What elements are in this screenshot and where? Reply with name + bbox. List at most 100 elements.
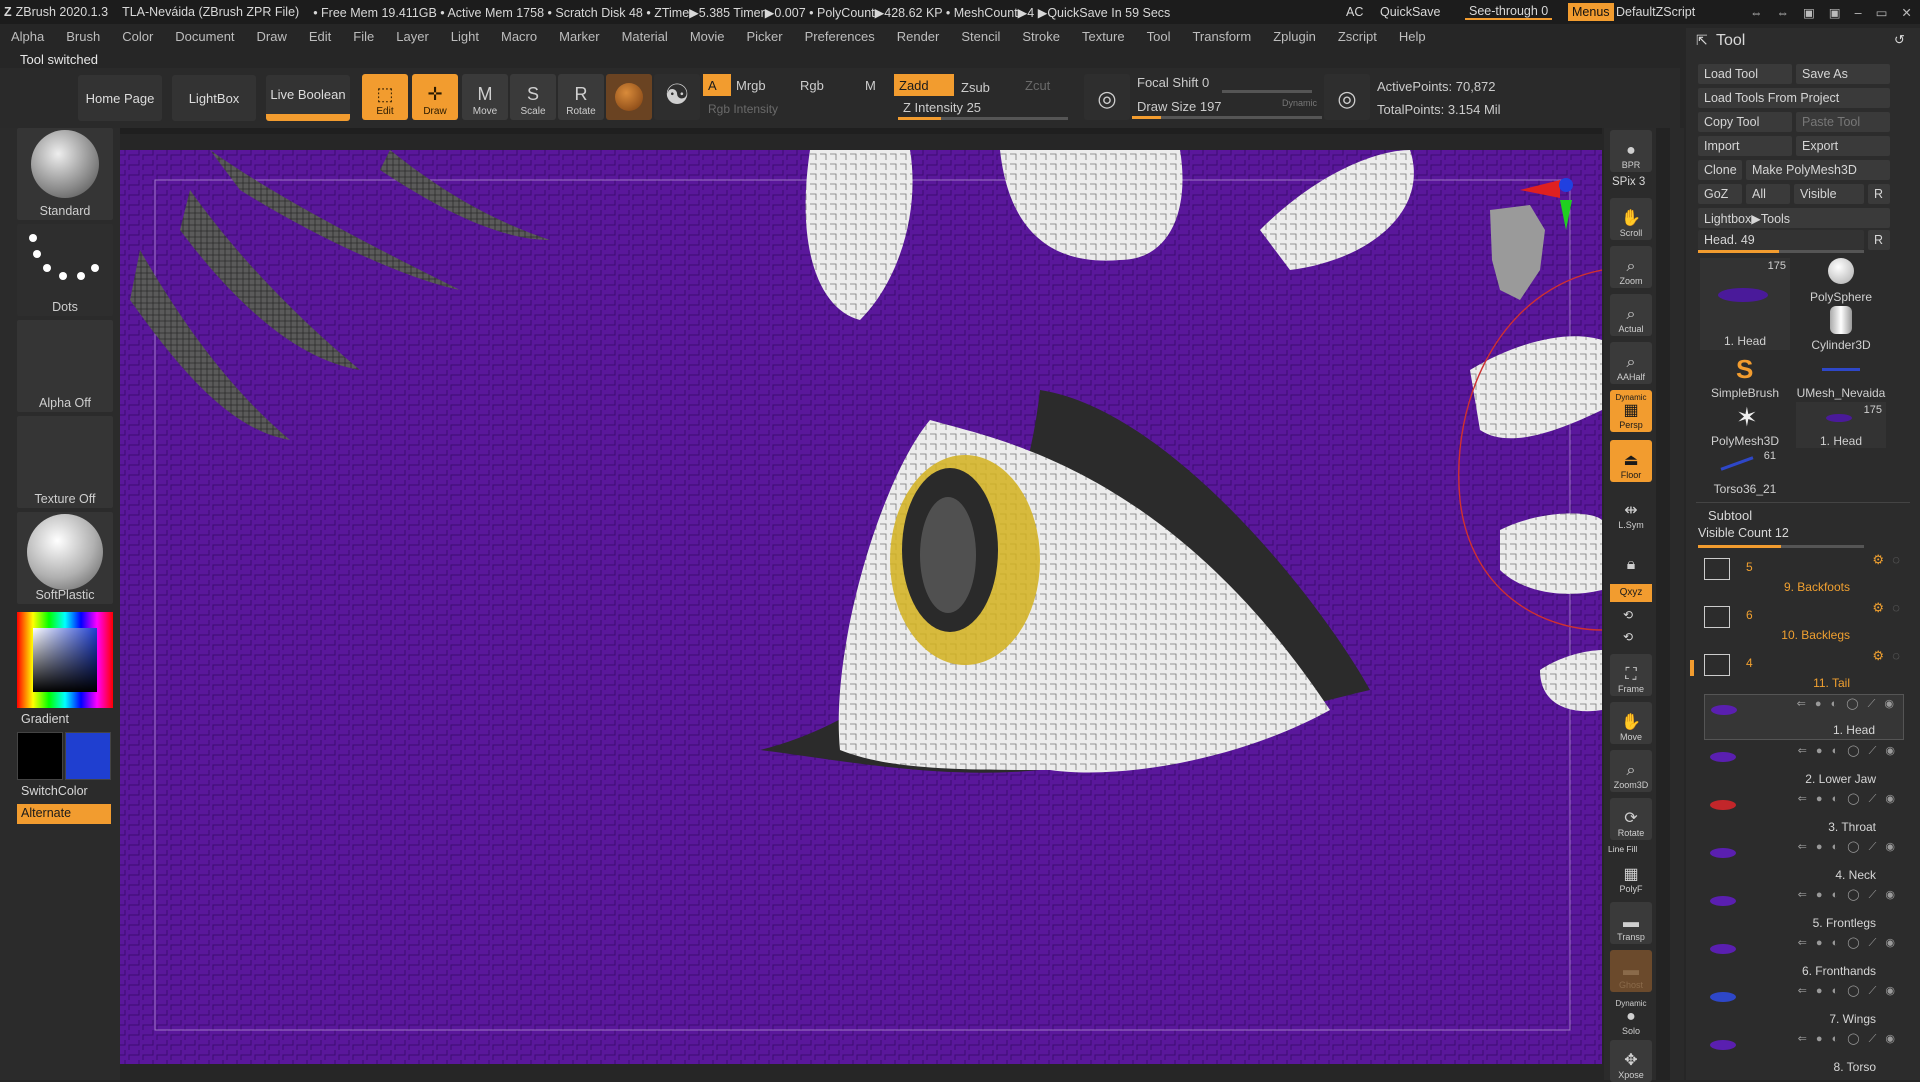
reset-icon[interactable]: ↺ <box>1894 32 1905 48</box>
move-button[interactable]: ✋ Move <box>1610 702 1652 744</box>
rotate-z-icon[interactable]: ⟲ <box>1623 630 1633 644</box>
subtool-controls-icon[interactable]: ⇐ ● ◐ ◯ ⟋ ◉ <box>1798 984 1898 998</box>
subtool-item[interactable]: ⇐ ● ◐ ◯ ⟋ ◉ 2. Lower Jaw <box>1704 742 1904 788</box>
subtool-folder-backfoots[interactable]: 5 9. Backfoots ⚙ ◌ <box>1704 550 1904 596</box>
visible-count-track[interactable] <box>1698 545 1864 548</box>
rotate-mode-button[interactable]: R Rotate <box>558 74 604 120</box>
subtool-item[interactable]: ⇐ ● ◐ ◯ ⟋ ◉ 8. Torso <box>1704 1030 1904 1076</box>
palette-divider[interactable] <box>1656 128 1670 1080</box>
window-controls[interactable]: ⇔⇔▣▣–▭✕ <box>1750 5 1920 20</box>
subtool-item[interactable]: ⇐ ● ◐ ◯ ⟋ ◉ 4. Neck <box>1704 838 1904 884</box>
menu-marker[interactable]: Marker <box>548 29 610 44</box>
ac-button[interactable]: AC <box>1346 5 1363 19</box>
alpha-selector[interactable]: Alpha Off <box>17 320 113 412</box>
right-tray-edge[interactable] <box>1670 128 1684 1080</box>
focal-shift-track[interactable] <box>1222 90 1312 93</box>
menu-layer[interactable]: Layer <box>385 29 440 44</box>
tool-thumb-head[interactable]: 175 1. Head <box>1700 258 1790 350</box>
subtool-controls-icon[interactable]: ⇐ ● ◐ ◯ ⟋ ◉ <box>1798 744 1898 758</box>
load-from-project-button[interactable]: Load Tools From Project <box>1698 88 1890 108</box>
tool-thumb-polymesh[interactable]: ✶ PolyMesh3D <box>1700 402 1790 448</box>
home-page-button[interactable]: Home Page <box>78 75 162 121</box>
lock-button[interactable]: 🔒︎ <box>1610 534 1652 576</box>
head-r-button[interactable]: R <box>1868 230 1890 250</box>
menu-material[interactable]: Material <box>611 29 679 44</box>
canvas-viewport[interactable] <box>120 150 1602 1064</box>
draw-size-track[interactable] <box>1132 116 1322 119</box>
menu-preferences[interactable]: Preferences <box>794 29 886 44</box>
color-swatch-button[interactable]: ☯ <box>654 74 700 120</box>
secondary-color-swatch[interactable] <box>65 732 111 780</box>
z-intensity-slider[interactable]: Z Intensity 25 <box>898 96 1068 118</box>
color-picker-square[interactable] <box>33 628 97 692</box>
menu-light[interactable]: Light <box>440 29 490 44</box>
menu-macro[interactable]: Macro <box>490 29 548 44</box>
seethrough-slider[interactable]: See-through 0 <box>1465 4 1553 20</box>
dynamic-label[interactable]: Dynamic <box>1282 98 1317 108</box>
subtool-section-title[interactable]: Subtool <box>1708 508 1752 523</box>
primary-color-swatch[interactable] <box>17 732 63 780</box>
actual-button[interactable]: ⌕ Actual <box>1610 294 1652 336</box>
menu-draw[interactable]: Draw <box>246 29 298 44</box>
menu-help[interactable]: Help <box>1388 29 1437 44</box>
menu-tool[interactable]: Tool <box>1136 29 1182 44</box>
color-picker-hue-ring[interactable] <box>17 612 113 708</box>
subtool-item[interactable]: ⇐ ● ◐ ◯ ⟋ ◉ 3. Throat <box>1704 790 1904 836</box>
zcut-toggle[interactable]: Zcut <box>1020 74 1064 96</box>
menu-edit[interactable]: Edit <box>298 29 342 44</box>
scroll-button[interactable]: ✋ Scroll <box>1610 198 1652 240</box>
export-button[interactable]: Export <box>1796 136 1890 156</box>
gradient-label[interactable]: Gradient <box>21 712 69 726</box>
goz-r-button[interactable]: R <box>1868 184 1890 204</box>
subtool-controls-icon[interactable]: ⇐ ● ◐ ◯ ⟋ ◉ <box>1798 792 1898 806</box>
mrgb-toggle[interactable]: Mrgb <box>731 74 785 96</box>
menu-render[interactable]: Render <box>886 29 951 44</box>
frame-button[interactable]: ⛶ Frame <box>1610 654 1652 696</box>
goz-button[interactable]: GoZ <box>1698 184 1742 204</box>
menu-zscript[interactable]: Zscript <box>1327 29 1388 44</box>
z-intensity-track[interactable] <box>898 117 1068 120</box>
rotate-button[interactable]: ⟳ Rotate <box>1610 798 1652 840</box>
alternate-toggle[interactable]: Alternate <box>17 804 111 824</box>
lazy-mouse-d-button[interactable]: ◎ <box>1324 74 1370 120</box>
a-toggle[interactable]: A <box>703 74 731 96</box>
clone-button[interactable]: Clone <box>1698 160 1742 180</box>
zoom3d-button[interactable]: ⌕ Zoom3D <box>1610 750 1652 792</box>
xpose-button[interactable]: ✥ Xpose <box>1610 1040 1652 1082</box>
menu-file[interactable]: File <box>342 29 385 44</box>
rotate-y-icon[interactable]: ⟲ <box>1623 608 1633 622</box>
subtool-controls-icon[interactable]: ⇐ ● ◐ ◯ ⟋ ◉ <box>1798 888 1898 902</box>
subtool-item[interactable]: ⇐ ● ◐ ◯ ⟋ ◉ 6. Fronthands <box>1704 934 1904 980</box>
menu-stencil[interactable]: Stencil <box>950 29 1011 44</box>
save-as-button[interactable]: Save As <box>1796 64 1890 84</box>
zoom-button[interactable]: ⌕ Zoom <box>1610 246 1652 288</box>
sculpt-scene[interactable] <box>120 150 1602 1064</box>
aahalf-button[interactable]: ⌕ AAHalf <box>1610 342 1652 384</box>
gear-icon[interactable]: ⚙ <box>1872 648 1884 664</box>
menu-alpha[interactable]: Alpha <box>0 29 55 44</box>
menu-texture[interactable]: Texture <box>1071 29 1136 44</box>
edit-mode-button[interactable]: ⬚ Edit <box>362 74 408 120</box>
lazy-mouse-s-button[interactable]: ◎ <box>1084 74 1130 120</box>
pin-icon[interactable]: ⇱ <box>1696 32 1708 49</box>
tool-palette-title[interactable]: Tool <box>1716 32 1745 50</box>
ghost-button[interactable]: ▬ Ghost <box>1610 950 1652 992</box>
tool-thumb-cylinder[interactable]: Cylinder3D <box>1796 306 1886 352</box>
transp-button[interactable]: ▬ Transp <box>1610 902 1652 944</box>
menu-movie[interactable]: Movie <box>679 29 736 44</box>
goz-visible-button[interactable]: Visible <box>1794 184 1864 204</box>
polyf-button[interactable]: ▦ PolyF <box>1610 854 1652 896</box>
draw-mode-button[interactable]: ✛ Draw <box>412 74 458 120</box>
visibility-eye-icon[interactable]: ◌ <box>1892 648 1900 663</box>
tool-thumb-polysphere[interactable]: PolySphere <box>1796 258 1886 304</box>
subtool-item[interactable]: ⇐ ● ◐ ◯ ⟋ ◉ 1. Head <box>1704 694 1904 740</box>
subtool-item[interactable]: ⇐ ● ◐ ◯ ⟋ ◉ 7. Wings <box>1704 982 1904 1028</box>
switch-color-button[interactable]: SwitchColor <box>21 784 88 798</box>
spix-slider[interactable]: SPix 3 <box>1612 176 1645 188</box>
menu-document[interactable]: Document <box>164 29 245 44</box>
subtool-controls-icon[interactable]: ⇐ ● ◐ ◯ ⟋ ◉ <box>1798 1032 1898 1046</box>
tool-thumb-umesh[interactable]: UMesh_Nevaida <box>1796 354 1886 400</box>
menu-brush[interactable]: Brush <box>55 29 111 44</box>
goz-all-button[interactable]: All <box>1746 184 1790 204</box>
quicksave-button[interactable]: QuickSave <box>1380 5 1440 19</box>
